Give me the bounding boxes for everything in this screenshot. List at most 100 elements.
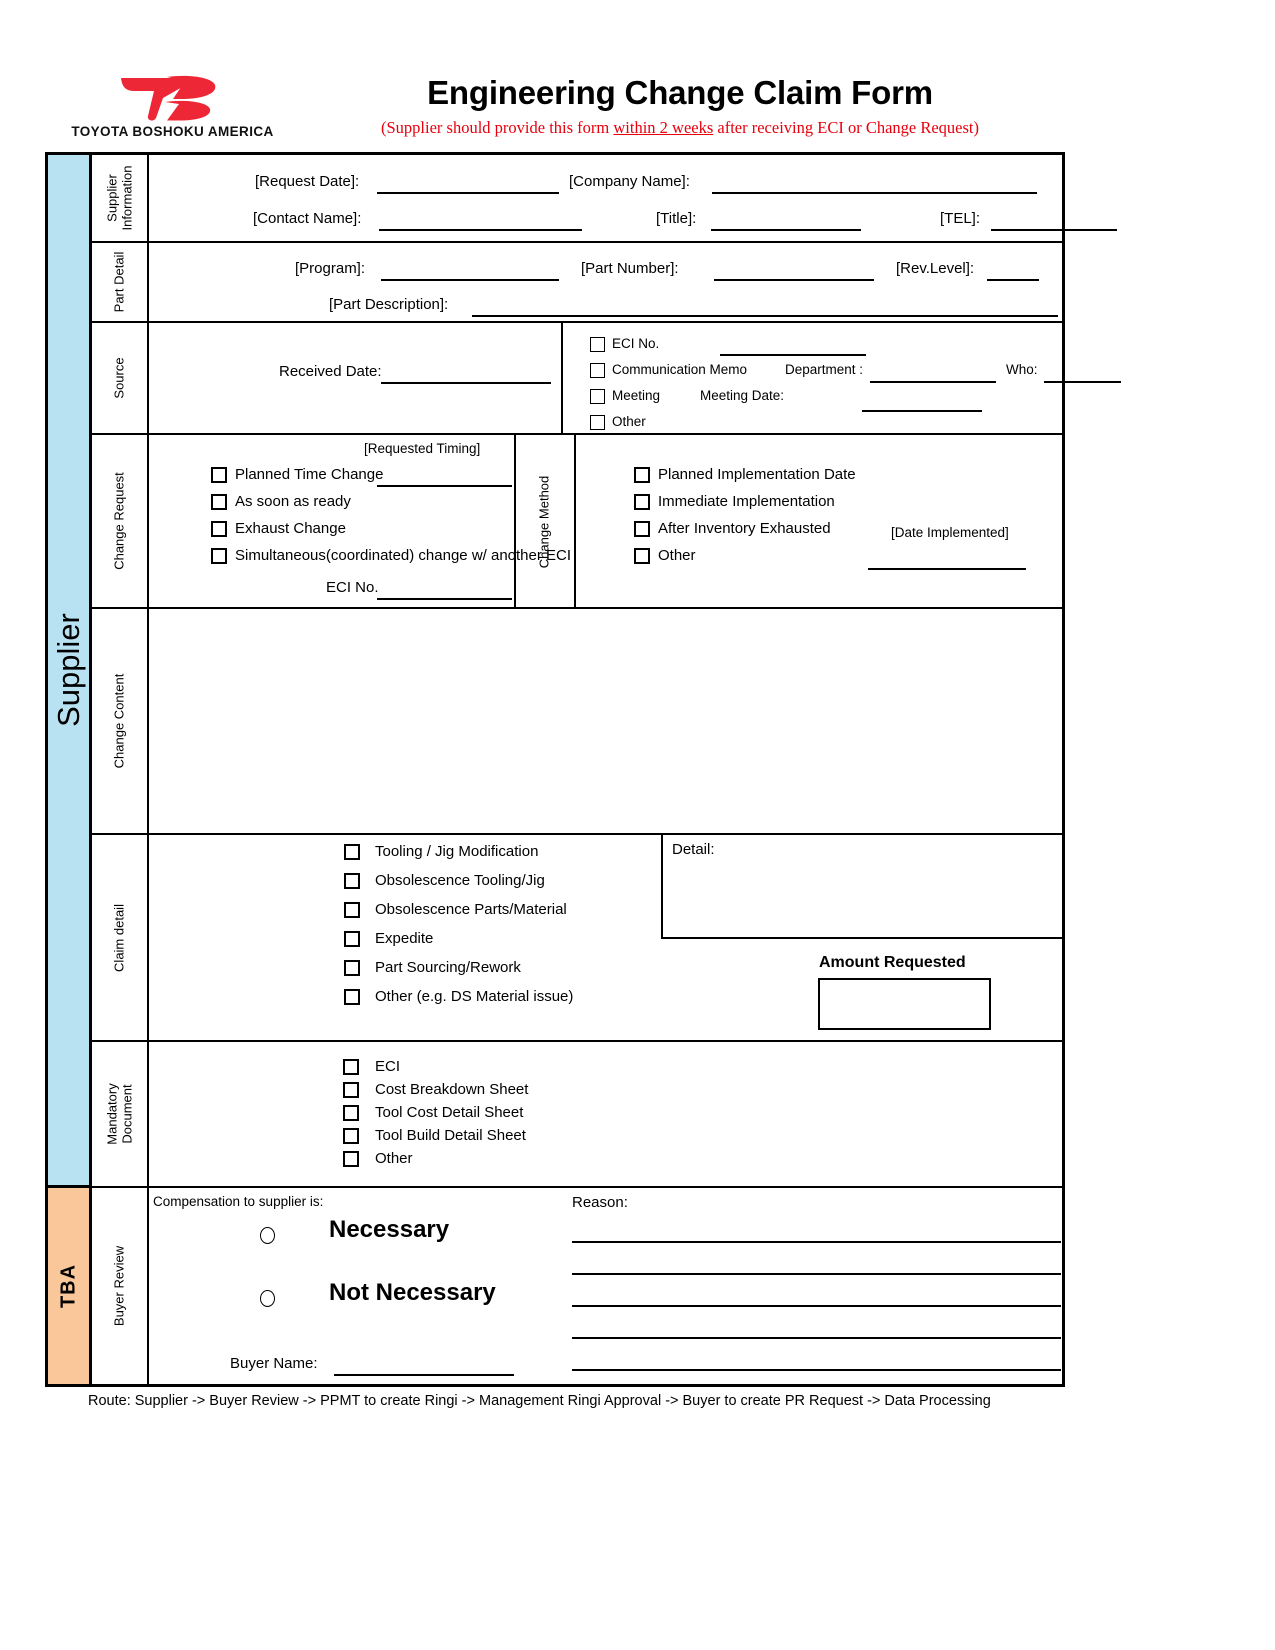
section-label-change-request: Change Request — [92, 435, 149, 609]
route-footer: Route: Supplier -> Buyer Review -> PPMT … — [88, 1393, 991, 1409]
input-reason-line-5[interactable] — [572, 1369, 1061, 1371]
label-expedite: Expedite — [375, 930, 434, 947]
checkbox-doc-eci[interactable] — [343, 1059, 359, 1075]
instruction-emphasis: within 2 weeks — [613, 118, 714, 137]
input-contact-name[interactable] — [379, 229, 582, 231]
checkbox-source-eci-no[interactable] — [590, 337, 605, 352]
section-label-change-content: Change Content — [92, 609, 149, 835]
input-part-description[interactable] — [472, 315, 1058, 317]
input-title[interactable] — [711, 229, 861, 231]
input-tel[interactable] — [991, 229, 1117, 231]
label-as-soon-as-ready: As soon as ready — [235, 493, 351, 510]
checkbox-source-communication-memo[interactable] — [590, 363, 605, 378]
section-body-buyer-review: Compensation to supplier is: Necessary N… — [149, 1188, 1062, 1384]
input-meeting-date[interactable] — [862, 410, 982, 412]
section-label-part-detail: Part Detail — [92, 243, 149, 323]
label-doc-cost-breakdown-sheet: Cost Breakdown Sheet — [375, 1081, 529, 1098]
input-date-implemented[interactable] — [868, 568, 1026, 570]
change-request-label: Change Request — [111, 472, 127, 570]
input-part-number[interactable] — [714, 279, 874, 281]
label-rev-level: [Rev.Level]: — [896, 260, 975, 277]
checkbox-after-inventory-exhausted[interactable] — [634, 521, 650, 537]
label-change-request-eci-no: ECI No. — [326, 579, 379, 596]
input-request-date[interactable] — [377, 192, 559, 194]
checkbox-part-sourcing-rework[interactable] — [344, 960, 360, 976]
label-amount-requested: Amount Requested — [819, 954, 966, 971]
source-divider — [561, 323, 563, 435]
input-amount-requested[interactable] — [818, 978, 991, 1030]
input-reason-line-1[interactable] — [572, 1241, 1061, 1243]
section-body-claim-detail: Detail: Tooling / Jig Modification Obsol… — [149, 835, 1062, 1042]
change-content-label: Change Content — [111, 673, 127, 769]
label-part-description: [Part Description]: — [329, 296, 449, 313]
checkbox-source-meeting[interactable] — [590, 389, 605, 404]
input-change-request-eci-no[interactable] — [377, 598, 512, 600]
checkbox-planned-time-change[interactable] — [211, 467, 227, 483]
label-tel: [TEL]: — [940, 210, 981, 227]
input-company-name[interactable] — [712, 192, 1037, 194]
input-program[interactable] — [381, 279, 559, 281]
input-source-eci-no[interactable] — [720, 354, 866, 356]
section-body-source: Received Date: ECI No. Communication Mem… — [149, 323, 1121, 435]
checkbox-claim-other[interactable] — [344, 989, 360, 1005]
input-rev-level[interactable] — [987, 279, 1039, 281]
checkbox-obsolescence-parts-material[interactable] — [344, 902, 360, 918]
checkbox-doc-tool-build-detail-sheet[interactable] — [343, 1128, 359, 1144]
radio-not-necessary[interactable] — [260, 1290, 275, 1307]
label-date-implemented: [Date Implemented] — [891, 525, 1009, 540]
label-immediate-implementation: Immediate Implementation — [658, 493, 835, 510]
label-simultaneous-change: Simultaneous(coordinated) change w/ anot… — [235, 547, 572, 564]
group-supplier-label: Supplier — [50, 613, 86, 727]
label-company-name: [Company Name]: — [569, 173, 690, 190]
label-received-date: Received Date: — [279, 363, 382, 380]
instruction-suffix: after receiving ECI or Change Request) — [713, 118, 979, 137]
label-contact-name: [Contact Name]: — [253, 210, 362, 227]
label-doc-tool-cost-detail-sheet: Tool Cost Detail Sheet — [375, 1104, 524, 1121]
input-department[interactable] — [870, 381, 996, 383]
checkbox-doc-cost-breakdown-sheet[interactable] — [343, 1082, 359, 1098]
form-table: Supplier TBA Supplier Information [Reques… — [45, 152, 1121, 1387]
input-reason-line-3[interactable] — [572, 1305, 1061, 1307]
checkbox-tooling-jig-modification[interactable] — [344, 844, 360, 860]
detail-box[interactable]: Detail: — [661, 835, 1062, 939]
label-detail: Detail: — [672, 841, 715, 858]
instruction-prefix: (Supplier should provide this form — [381, 118, 614, 137]
label-title: [Title]: — [656, 210, 697, 227]
label-not-necessary: Not Necessary — [329, 1279, 496, 1306]
input-buyer-name[interactable] — [334, 1374, 514, 1376]
supplier-info-label-l2: Information — [118, 165, 134, 231]
label-source-meeting: Meeting — [612, 388, 661, 403]
checkbox-obsolescence-tooling-jig[interactable] — [344, 873, 360, 889]
input-planned-time-change-date[interactable] — [377, 485, 512, 487]
company-logo: TOYOTA BOSHOKU AMERICA — [65, 74, 280, 146]
label-reason: Reason: — [572, 1194, 628, 1211]
radio-necessary[interactable] — [260, 1227, 275, 1244]
label-doc-other: Other — [375, 1150, 413, 1167]
label-planned-implementation-date: Planned Implementation Date — [658, 466, 856, 483]
label-doc-tool-build-detail-sheet: Tool Build Detail Sheet — [375, 1127, 526, 1144]
checkbox-simultaneous-change[interactable] — [211, 548, 227, 564]
claim-detail-label: Claim detail — [111, 903, 127, 972]
checkbox-exhaust-change[interactable] — [211, 521, 227, 537]
checkbox-planned-implementation-date[interactable] — [634, 467, 650, 483]
input-reason-line-2[interactable] — [572, 1273, 1061, 1275]
input-who[interactable] — [1044, 381, 1121, 383]
checkbox-doc-other[interactable] — [343, 1151, 359, 1167]
label-part-sourcing-rework: Part Sourcing/Rework — [375, 959, 521, 976]
form-instruction: (Supplier should provide this form withi… — [280, 118, 1080, 138]
checkbox-immediate-implementation[interactable] — [634, 494, 650, 510]
checkbox-change-method-other[interactable] — [634, 548, 650, 564]
section-body-supplier-information: [Request Date]: [Company Name]: [Contact… — [149, 155, 1117, 243]
checkbox-doc-tool-cost-detail-sheet[interactable] — [343, 1105, 359, 1121]
checkbox-expedite[interactable] — [344, 931, 360, 947]
change-method-label-cell: Change Method — [514, 435, 574, 609]
input-reason-line-4[interactable] — [572, 1337, 1061, 1339]
buyer-review-label: Buyer Review — [111, 1245, 127, 1327]
section-label-buyer-review: Buyer Review — [92, 1188, 149, 1384]
checkbox-as-soon-as-ready[interactable] — [211, 494, 227, 510]
input-received-date[interactable] — [381, 382, 551, 384]
section-body-change-content[interactable] — [149, 609, 1062, 835]
checkbox-source-other[interactable] — [590, 415, 605, 430]
form-page: TOYOTA BOSHOKU AMERICA Engineering Chang… — [0, 0, 1275, 1650]
label-change-method-other: Other — [658, 547, 696, 564]
